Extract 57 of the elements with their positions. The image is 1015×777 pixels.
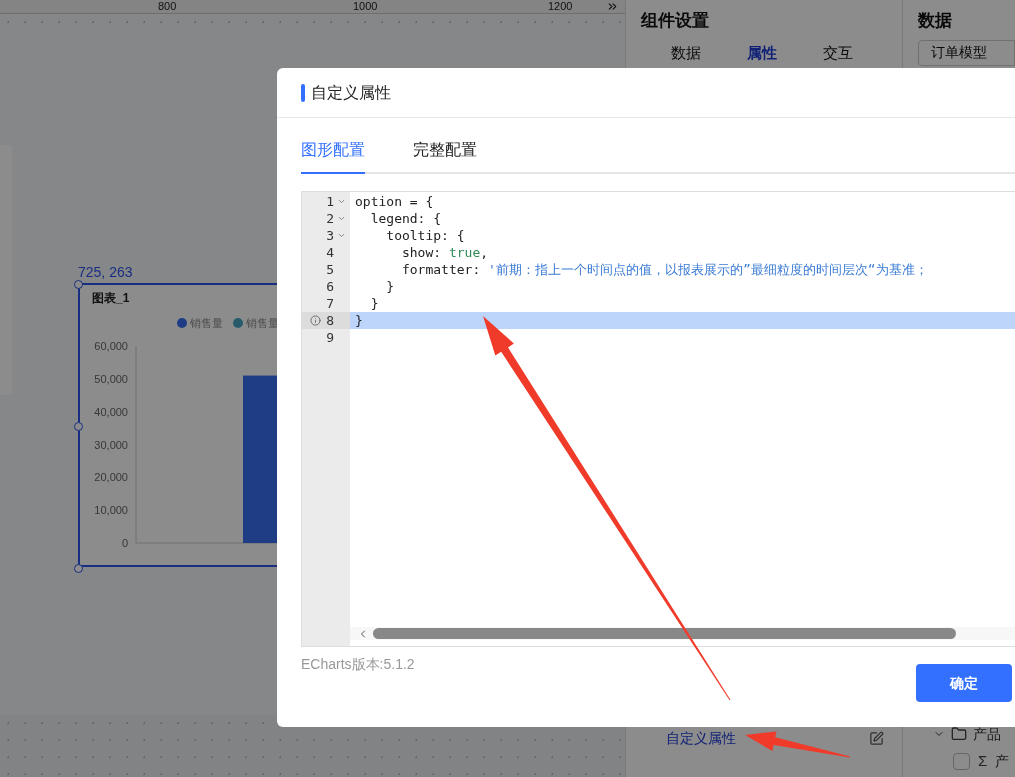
legend-label: 销售量 <box>190 317 223 329</box>
line-number: 5 <box>326 261 334 278</box>
model-select[interactable]: 订单模型 <box>918 40 1015 66</box>
axis-tick-label: 20,000 <box>94 471 128 484</box>
custom-property-link[interactable]: 自定义属性 <box>666 728 736 749</box>
scrollbar-thumb[interactable] <box>373 628 956 639</box>
axis-tick-label: 10,000 <box>94 504 128 517</box>
line-number: 6 <box>326 278 334 295</box>
settings-tab[interactable]: 数据 <box>671 44 701 62</box>
code-line: } <box>369 296 379 311</box>
config-tab[interactable]: 完整配置 <box>413 138 477 174</box>
resize-handle[interactable] <box>74 422 83 431</box>
code-line: } <box>355 313 363 328</box>
line-number: 2 <box>326 210 334 227</box>
code-line: } <box>385 279 395 294</box>
title-accent-bar <box>301 83 305 102</box>
resize-handle[interactable] <box>74 564 83 573</box>
code-line: formatter: '前期：指上一个时间点的值，以报表展示的”最细粒度的时间层次“为基准； <box>400 262 928 277</box>
settings-tab[interactable]: 属性 <box>747 44 777 62</box>
chart-title: 图表_1 <box>92 290 130 306</box>
axis-tick-label: 40,000 <box>94 405 128 418</box>
line-number: 3 <box>326 227 334 244</box>
settings-tab[interactable]: 交互 <box>823 44 853 62</box>
line-number: 9 <box>326 329 334 346</box>
code-line: legend: { <box>369 211 442 226</box>
folder-icon <box>951 726 967 742</box>
line-number: 7 <box>326 295 334 312</box>
axis-tick-label: 50,000 <box>94 372 128 385</box>
config-tab[interactable]: 图形配置 <box>301 138 365 174</box>
version-text: ECharts版本:5.1.2 <box>301 655 415 674</box>
axis-tick-label: 0 <box>121 537 128 549</box>
confirm-button[interactable]: 确定 <box>916 664 1012 702</box>
panel-title: 组件设置 <box>641 10 710 32</box>
code-line: option = { <box>355 194 434 209</box>
edit-icon[interactable] <box>869 731 884 746</box>
code-editor[interactable]: 1 2 3 4 5 6 7 8 9 option = { legend: { tooltip: { show: true, formatter: '前期：指上一个时间点的值，以报表展示的”最细粒度的时间层次“为基准； } } } <box>301 191 1015 647</box>
dialog-title: 自定义属性 <box>311 82 391 103</box>
ruler-label: 1000 <box>353 1 378 12</box>
axis-tick-label: 30,000 <box>94 438 128 451</box>
horizontal-scrollbar[interactable] <box>350 627 1015 640</box>
line-number: 8 <box>326 312 334 329</box>
code-line: show: true, <box>400 245 489 260</box>
collapse-icon[interactable] <box>606 0 619 13</box>
checkbox[interactable] <box>953 752 970 770</box>
code-line: tooltip: { <box>385 228 465 243</box>
tree-label[interactable]: 产品 <box>973 723 1001 745</box>
resize-handle[interactable] <box>74 280 83 289</box>
sigma-icon: Σ <box>978 749 988 773</box>
ruler-label: 800 <box>158 1 177 12</box>
line-number: 1 <box>326 193 334 210</box>
legend-label: 销售量 <box>246 317 279 329</box>
axis-tick-label: 60,000 <box>94 340 128 352</box>
position-label: 725, 263 <box>78 263 133 282</box>
panel-title: 数据 <box>918 10 953 32</box>
ruler-label: 1200 <box>548 1 573 12</box>
line-number: 4 <box>326 244 334 261</box>
tree-label[interactable]: 产 <box>995 750 1010 772</box>
